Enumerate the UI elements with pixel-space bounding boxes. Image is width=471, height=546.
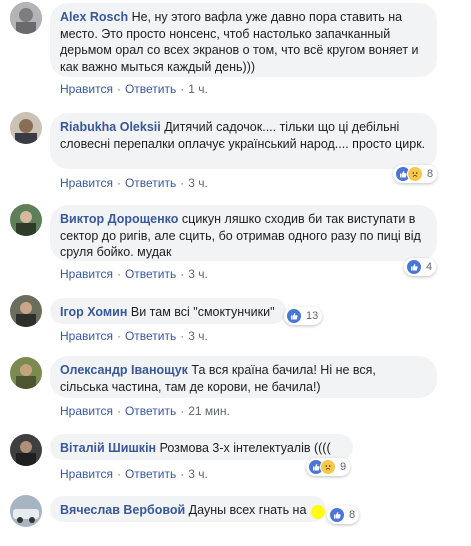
comment-author[interactable]: Ігор Хомин (60, 305, 127, 319)
comment-actions: Нравится · Ответить · 3 ч. (60, 329, 208, 343)
comment-author[interactable]: Alex Rosch (60, 10, 128, 24)
like-link[interactable]: Нравится (60, 267, 113, 281)
avatar-image (10, 495, 42, 527)
reply-link[interactable]: Ответить (125, 267, 176, 281)
comment-bubble: Ігор Хомин Ви там всі "смоктунчики" (50, 298, 286, 324)
like-link[interactable]: Нравится (60, 467, 113, 481)
comment-actions: Нравится · Ответить · 3 ч. (60, 467, 208, 481)
reaction-summary[interactable]: 13 (284, 307, 323, 325)
avatar[interactable] (10, 295, 42, 327)
reaction-count: 4 (426, 261, 433, 273)
like-link[interactable]: Нравится (60, 82, 113, 96)
sad-face-icon (320, 459, 336, 475)
comment-bubble: Виктор Дорощенко сцикун ляшко сходив би … (50, 205, 437, 261)
sad-face-icon (407, 166, 423, 182)
timestamp[interactable]: 21 мин. (188, 404, 230, 418)
cursor-highlight (311, 505, 325, 519)
reply-link[interactable]: Ответить (125, 467, 176, 481)
comment-author[interactable]: Віталій Шишкін (60, 441, 156, 455)
avatar-image (10, 357, 42, 389)
comment-author[interactable]: Вячеслав Вербовой (60, 503, 185, 517)
reply-link[interactable]: Ответить (125, 82, 176, 96)
timestamp[interactable]: 3 ч. (188, 467, 208, 481)
reaction-count: 8 (349, 509, 356, 521)
timestamp[interactable]: 3 ч. (188, 176, 208, 190)
reaction-summary[interactable]: 8 (327, 506, 360, 524)
reply-link[interactable]: Ответить (125, 329, 176, 343)
comment-author[interactable]: Олександр Іванощук (60, 363, 188, 377)
comment-text: Розмова 3-х інтелектуалів (((( (159, 441, 331, 455)
comment-actions: Нравится · Ответить · 3 ч. (60, 176, 208, 190)
comment-author[interactable]: Виктор Дорощенко (60, 212, 178, 226)
reaction-count: 8 (427, 168, 434, 180)
comment-actions: Нравится · Ответить · 1 ч. (60, 82, 208, 96)
comment-author[interactable]: Riabukha Oleksii (60, 120, 161, 134)
comment-actions: Нравится · Ответить · 21 мин. (60, 404, 230, 418)
reaction-summary[interactable]: 8 (393, 165, 438, 183)
avatar[interactable] (10, 112, 42, 144)
reply-link[interactable]: Ответить (125, 404, 176, 418)
comment-bubble: Riabukha Oleksii Дитячий садочок.... тіл… (50, 113, 437, 169)
like-link[interactable]: Нравится (60, 404, 113, 418)
thumbs-up-icon (406, 259, 422, 275)
thumbs-up-icon (329, 507, 345, 523)
avatar-image (10, 434, 42, 466)
reaction-count: 13 (306, 310, 319, 322)
timestamp[interactable]: 3 ч. (188, 267, 208, 281)
reaction-summary[interactable]: 9 (306, 458, 351, 476)
comment-bubble: Олександр Іванощук Та вся країна бачила!… (50, 356, 437, 398)
thumbs-up-icon (286, 308, 302, 324)
comment-text: Дауны всех гнать на (188, 503, 307, 517)
avatar-image (10, 2, 42, 34)
avatar[interactable] (10, 2, 42, 34)
like-link[interactable]: Нравится (60, 329, 113, 343)
avatar-image (10, 204, 42, 236)
timestamp[interactable]: 1 ч. (188, 82, 208, 96)
comment-text: Ви там всі "смоктунчики" (130, 305, 275, 319)
like-link[interactable]: Нравится (60, 176, 113, 190)
comment-bubble: Віталій Шишкін Розмова 3-х інтелектуалів… (50, 434, 353, 460)
comment-bubble: Alex Rosch Не, ну этого вафла уже давно … (50, 3, 437, 77)
avatar[interactable] (10, 357, 42, 389)
reply-link[interactable]: Ответить (125, 176, 176, 190)
comment-actions: Нравится · Ответить · 3 ч. (60, 267, 208, 281)
avatar[interactable] (10, 434, 42, 466)
avatar-image (10, 295, 42, 327)
timestamp[interactable]: 3 ч. (188, 329, 208, 343)
comment-bubble: Вячеслав Вербовой Дауны всех гнать на (50, 496, 326, 522)
reaction-count: 9 (340, 461, 347, 473)
avatar[interactable] (10, 204, 42, 236)
reaction-summary[interactable]: 4 (404, 258, 437, 276)
avatar[interactable] (10, 495, 42, 527)
avatar-image (10, 112, 42, 144)
